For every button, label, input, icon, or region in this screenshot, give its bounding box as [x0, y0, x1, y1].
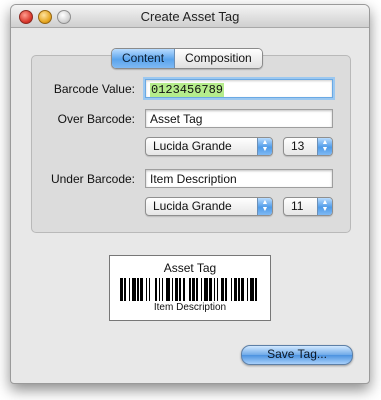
- over-size-popup[interactable]: 13 ▲ ▼: [283, 137, 333, 156]
- preview-bottom-text: Item Description: [153, 302, 227, 313]
- popup-arrows-icon: ▲ ▼: [317, 138, 332, 155]
- barcode-value-label: Barcode Value:: [53, 82, 135, 96]
- title-bar: Create Asset Tag: [11, 5, 369, 28]
- barcode-image: [120, 278, 260, 301]
- over-font-value: Lucida Grande: [153, 139, 232, 153]
- under-barcode-field[interactable]: Item Description: [145, 169, 333, 188]
- over-barcode-label: Over Barcode:: [57, 112, 135, 126]
- over-size-value: 13: [291, 139, 305, 153]
- barcode-value-text: 0123456789: [150, 83, 225, 97]
- popup-arrows-icon: ▲ ▼: [257, 138, 272, 155]
- tab-content[interactable]: Content: [112, 49, 176, 68]
- under-size-value: 11: [291, 199, 304, 213]
- save-tag-button[interactable]: Save Tag...: [241, 345, 353, 365]
- under-size-popup[interactable]: 11 ▲ ▼: [283, 197, 333, 216]
- tab-composition[interactable]: Composition: [175, 49, 262, 68]
- under-barcode-label: Under Barcode:: [50, 172, 135, 186]
- create-asset-tag-window: Create Asset Tag Content Composition Bar…: [10, 4, 370, 384]
- under-font-value: Lucida Grande: [153, 199, 232, 213]
- tab-control: Content Composition: [111, 48, 263, 69]
- window-title: Create Asset Tag: [140, 9, 240, 24]
- over-barcode-field[interactable]: Asset Tag: [145, 109, 333, 128]
- popup-arrows-icon: ▲ ▼: [317, 198, 332, 215]
- over-font-popup[interactable]: Lucida Grande ▲ ▼: [145, 137, 273, 156]
- asset-tag-preview: Asset Tag Item Description: [109, 255, 271, 321]
- barcode-value-field[interactable]: 0123456789: [145, 79, 333, 98]
- under-font-popup[interactable]: Lucida Grande ▲ ▼: [145, 197, 273, 216]
- popup-arrows-icon: ▲ ▼: [257, 198, 272, 215]
- preview-top-text: Asset Tag: [163, 261, 217, 275]
